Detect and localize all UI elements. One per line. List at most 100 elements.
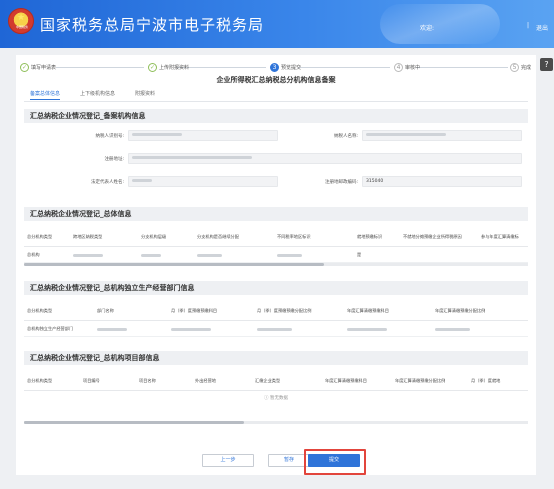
overall-table: 总分机构类型 跨地区纳税类型 分支机构层级 分支机构是否继续分配 不同税率地区标…	[24, 227, 528, 266]
step-label: 预览提交	[281, 65, 302, 71]
col-header: 跨地区纳税类型	[73, 233, 103, 239]
row-legal-rep: 法定代表人姓名: 注册地邮政编码: 315040	[24, 176, 528, 188]
scrollbar-thumb[interactable]	[24, 263, 324, 266]
table-row: 总机构独立生产经营部门	[24, 321, 528, 337]
logo-text: 中国税务	[15, 25, 28, 29]
project-table: 总分机构类型 项目编号 项目名称 外出经营地 汇缴企业类型 年度汇算清缴预缴科目…	[24, 371, 528, 424]
col-header: 参与年度汇算清缴标	[481, 233, 519, 239]
cell	[432, 326, 528, 331]
tax-emblem-logo: ★ 中国税务	[8, 8, 34, 34]
col-header: 月（季）度预缴预缴分配比例	[257, 307, 312, 313]
section-title: 汇总纳税企业情况登记_总体信息	[24, 207, 528, 221]
step-label: 审核中	[405, 65, 421, 71]
taxpayer-id-label: 纳税人识别号:	[95, 134, 124, 139]
col-header: 分支机构层级	[141, 233, 167, 239]
col-header: 部门名称	[97, 307, 114, 313]
help-icon[interactable]: ?	[540, 58, 553, 71]
step-connector	[298, 67, 390, 68]
step-2: ✓ 上传附报资料	[148, 63, 189, 72]
horizontal-scrollbar[interactable]	[24, 263, 528, 266]
section-title: 汇总纳税企业情况登记_备案机构信息	[24, 109, 528, 123]
section-project-info: 汇总纳税企业情况登记_总机构项目部信息 总分机构类型 项目编号 项目名称 外出经…	[24, 351, 528, 424]
col-header: 不同税率地区标识	[277, 233, 311, 239]
col-header: 汇缴企业类型	[255, 377, 281, 383]
welcome-user[interactable]: 欢迎:	[420, 23, 434, 32]
col-header: 分支机构是否继续分配	[197, 233, 239, 239]
horizontal-scrollbar[interactable]	[24, 421, 528, 424]
col-header: 总分机构类型	[27, 377, 53, 383]
cell	[274, 252, 354, 257]
empty-text: 暂无数据	[269, 396, 288, 401]
section-basic-info: 汇总纳税企业情况登记_备案机构信息 纳税人识别号: 纳税人名称: 注册地址: 法…	[24, 109, 528, 187]
col-header: 就地预缴标识	[357, 233, 383, 239]
site-title: 国家税务总局宁波市电子税务局	[40, 16, 265, 34]
tab-overall-info[interactable]: 备案总体信息	[30, 90, 61, 100]
postcode-label: 注册地邮政编码:	[324, 180, 358, 185]
col-header: 总分机构类型	[27, 307, 53, 313]
tab-bar: 备案总体信息 上下级机构信息 附报资料	[30, 90, 155, 100]
step-4: 4 审核中	[394, 63, 420, 72]
star-icon: ★	[17, 13, 26, 23]
cell	[254, 326, 344, 331]
col-header: 项目名称	[139, 377, 156, 383]
header-decoration	[380, 4, 500, 44]
taxpayer-name-field	[362, 130, 522, 141]
cell	[70, 252, 138, 257]
taxpayer-id-field	[128, 130, 278, 141]
col-header: 年度汇算清缴预缴分配比例	[395, 377, 446, 383]
legal-rep-label: 法定代表人姓名:	[90, 180, 124, 185]
header-separator: |	[527, 22, 530, 29]
reg-address-field	[128, 153, 522, 164]
submit-highlight-box	[304, 449, 366, 475]
check-icon: ✓	[148, 63, 157, 72]
scrollbar-thumb[interactable]	[24, 421, 244, 424]
col-header: 外出经营地	[195, 377, 216, 383]
table-header: 总分机构类型 跨地区纳税类型 分支机构层级 分支机构是否继续分配 不同税率地区标…	[24, 227, 528, 247]
col-header: 项目编号	[83, 377, 100, 383]
cell	[94, 326, 168, 331]
cell	[138, 252, 194, 257]
step-label: 完成	[521, 65, 532, 71]
section-title: 汇总纳税企业情况登记_总机构独立生产经营部门信息	[24, 281, 528, 295]
check-icon: ✓	[20, 63, 29, 72]
col-header: 不就地分摊预缴企业所得税原因	[403, 233, 462, 239]
step-connector	[176, 67, 266, 68]
tab-branch-info[interactable]: 上下级机构信息	[80, 90, 115, 100]
tab-attachments[interactable]: 附报资料	[135, 90, 155, 100]
step-5: 5 完成	[510, 63, 531, 72]
section-dept-info: 汇总纳税企业情况登记_总机构独立生产经营部门信息 总分机构类型 部门名称 月（季…	[24, 281, 528, 337]
col-header: 月（季）度就地	[471, 377, 501, 383]
cell	[194, 252, 274, 257]
row-address: 注册地址:	[24, 153, 528, 165]
info-icon: ⓘ	[264, 396, 269, 401]
cell: 是	[357, 251, 362, 257]
table-row: 总机构 是	[24, 247, 528, 263]
top-header: ★ 中国税务 国家税务总局宁波市电子税务局 欢迎: | 退出	[0, 0, 554, 48]
table-header: 总分机构类型 部门名称 月（季）度预缴预缴科目 月（季）度预缴预缴分配比例 年度…	[24, 301, 528, 321]
col-header: 年度汇算清缴预缴科目	[347, 307, 389, 313]
empty-state: ⓘ 暂无数据	[24, 391, 528, 401]
postcode-field: 315040	[362, 176, 522, 187]
cell: 总机构	[27, 251, 40, 257]
step-number: 3	[270, 63, 279, 72]
prev-step-button[interactable]: 上一步	[202, 454, 254, 467]
reg-address-label: 注册地址:	[104, 157, 124, 162]
section-title: 汇总纳税企业情况登记_总机构项目部信息	[24, 351, 528, 365]
table-header: 总分机构类型 项目编号 项目名称 外出经营地 汇缴企业类型 年度汇算清缴预缴科目…	[24, 371, 528, 391]
section-overall-info: 汇总纳税企业情况登记_总体信息 总分机构类型 跨地区纳税类型 分支机构层级 分支…	[24, 207, 528, 266]
step-number: 5	[510, 63, 519, 72]
taxpayer-name-label: 纳税人名称:	[333, 134, 358, 139]
step-1: ✓ 填写申请表	[20, 63, 56, 72]
step-connector	[56, 67, 144, 68]
col-header: 年度汇算清缴预缴科目	[325, 377, 367, 383]
legal-rep-field	[128, 176, 278, 187]
cell	[344, 326, 432, 331]
dept-table: 总分机构类型 部门名称 月（季）度预缴预缴科目 月（季）度预缴预缴分配比例 年度…	[24, 301, 528, 337]
row-taxpayer: 纳税人识别号: 纳税人名称:	[24, 130, 528, 142]
form-title: 企业所得税汇总纳税总分机构信息备案	[216, 76, 336, 84]
logout-link[interactable]: 退出	[536, 23, 548, 32]
tabs-divider	[24, 101, 528, 102]
cell: 总机构独立生产经营部门	[27, 325, 74, 331]
step-number: 4	[394, 63, 403, 72]
step-label: 填写申请表	[31, 65, 57, 71]
